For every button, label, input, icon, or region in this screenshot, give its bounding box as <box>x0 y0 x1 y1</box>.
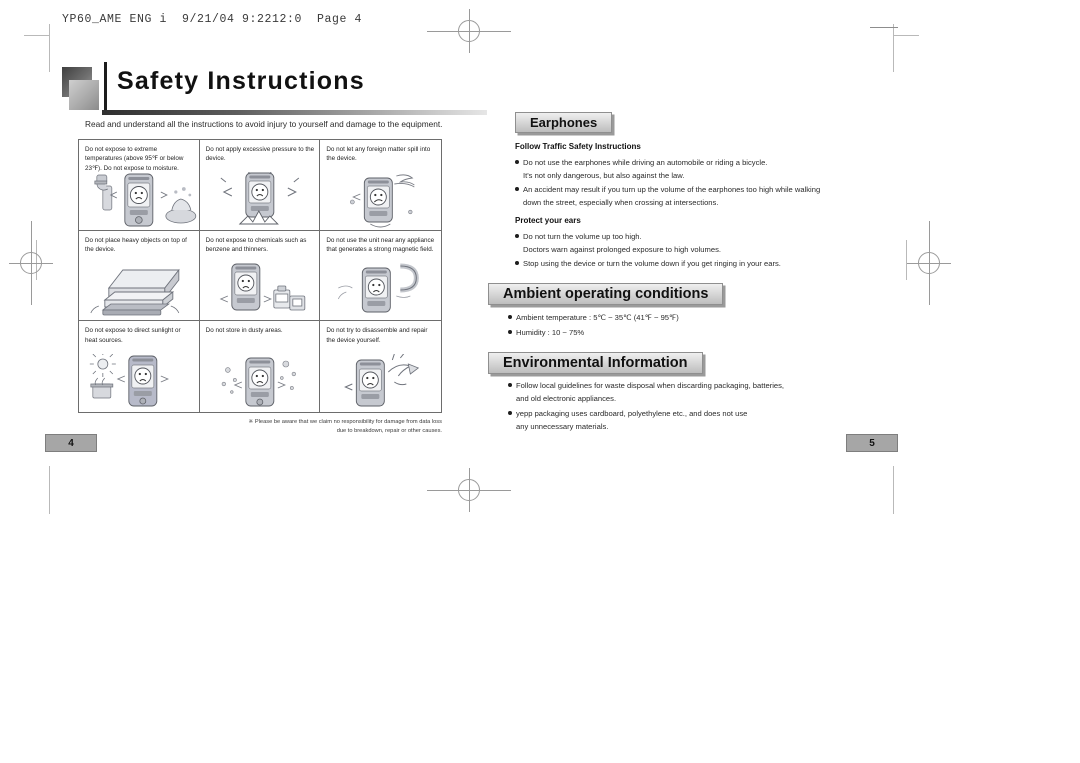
caution-text: Do not let any foreign matter spill into… <box>326 146 431 163</box>
left-page: Safety Instructions Read and understand … <box>0 0 487 500</box>
caution-text: Do not expose to chemicals such as benze… <box>205 236 307 254</box>
caution-cell: Do not apply excessive pressure to the d… <box>199 140 321 231</box>
earphones-bullet-1-text: Do not use the earphones while driving a… <box>523 158 768 167</box>
earphones-bullet-4-text: Stop using the device or turn the volume… <box>523 259 781 268</box>
bullet-dot-icon <box>515 260 519 265</box>
caution-text: Do not expose to direct sunlight or heat… <box>85 327 181 344</box>
earphones-bullet-2: An accident may result if you turn up th… <box>515 185 820 194</box>
device-dust-icon <box>200 354 320 410</box>
device-spill-icon <box>320 172 441 228</box>
caution-cell: Do not use the unit near any appliance t… <box>320 230 441 322</box>
ambient-bullet-1-text: Ambient temperature : 5℃ ~ 35℃ (41℉ ~ 95… <box>516 313 679 322</box>
environmental-bullet-1-cont: and old electronic appliances. <box>516 394 617 403</box>
caution-text: Do not use the unit near any appliance t… <box>326 236 435 254</box>
bullet-dot-icon <box>515 233 519 238</box>
ambient-bullet-2: Humidity : 10 ~ 75% <box>508 328 584 337</box>
device-magnet-icon <box>320 262 441 318</box>
title-square-light-icon <box>69 80 99 110</box>
device-chemicals-icon <box>200 262 320 318</box>
page-title: Safety Instructions <box>117 67 365 95</box>
earphones-bullet-1: Do not use the earphones while driving a… <box>515 158 767 167</box>
title-vertical-bar <box>104 62 107 114</box>
earphones-bullet-3-cont: Doctors warn against prolonged exposure … <box>523 245 721 254</box>
bullet-dot-icon <box>508 382 512 387</box>
page-title-block: Safety Instructions <box>62 62 487 115</box>
subheading-follow-traffic-safety: Follow Traffic Safety Instructions <box>515 142 641 151</box>
bullet-dot-icon <box>508 410 512 415</box>
caution-text: Do not apply excessive pressure to the d… <box>205 146 315 163</box>
environmental-bullet-2-cont: any unnecessary materials. <box>516 422 609 431</box>
section-heading-ambient-label: Ambient operating conditions <box>503 286 709 302</box>
caution-text: Do not try to disassemble and repair the… <box>326 327 428 344</box>
device-heavy-object-icon <box>79 262 199 318</box>
caution-cell: Do not place heavy objects on top of the… <box>79 230 200 322</box>
device-pressure-icon <box>200 168 320 228</box>
device-heat-moisture-icon <box>79 172 199 228</box>
bullet-dot-icon <box>508 329 512 334</box>
footnote-line-2: due to breakdown, repair or other causes… <box>336 428 442 435</box>
bullet-dot-icon <box>515 186 519 191</box>
bullet-dot-icon <box>515 159 519 164</box>
subheading-protect-your-ears: Protect your ears <box>515 216 581 225</box>
section-heading-ambient: Ambient operating conditions <box>488 283 724 305</box>
caution-text: Do not place heavy objects on top of the… <box>85 236 187 254</box>
environmental-bullet-1-text: Follow local guidelines for waste dispos… <box>516 381 785 390</box>
environmental-bullet-2: yepp packaging uses cardboard, polyethyl… <box>508 409 747 418</box>
environmental-bullet-1: Follow local guidelines for waste dispos… <box>508 381 784 390</box>
environmental-bullet-2-text: yepp packaging uses cardboard, polyethyl… <box>516 409 748 418</box>
earphones-bullet-1-cont: It's not only dangerous, but also agains… <box>523 171 685 180</box>
earphones-bullet-2-text: An accident may result if you turn up th… <box>523 185 821 194</box>
caution-text: Do not store in dusty areas. <box>205 327 283 335</box>
page-number-left: 4 <box>45 434 97 452</box>
earphones-bullet-2-cont: down the street, especially when crossin… <box>523 198 719 207</box>
section-heading-earphones: Earphones <box>515 112 613 133</box>
footnote-line-1: ※ Please be aware that we claim no respo… <box>248 419 443 425</box>
page-number-right: 5 <box>846 434 898 452</box>
device-sunlight-icon <box>79 350 199 410</box>
ambient-bullet-2-text: Humidity : 10 ~ 75% <box>516 328 585 337</box>
section-heading-earphones-label: Earphones <box>530 115 598 130</box>
caution-cell: Do not expose to direct sunlight or heat… <box>79 321 200 412</box>
section-heading-environmental-label: Environmental Information <box>503 355 688 371</box>
caution-cell: Do not try to disassemble and repair the… <box>320 321 441 412</box>
footnote: ※ Please be aware that we claim no respo… <box>200 418 443 437</box>
caution-cell: Do not let any foreign matter spill into… <box>320 140 441 231</box>
earphones-bullet-3: Do not turn the volume up too high. <box>515 232 642 241</box>
section-heading-environmental: Environmental Information <box>488 352 703 374</box>
earphones-bullet-4: Stop using the device or turn the volume… <box>515 259 781 268</box>
caution-text: Do not expose to extreme temperatures (a… <box>85 146 184 172</box>
caution-grid: Do not expose to extreme temperatures (a… <box>78 139 442 413</box>
earphones-bullet-3-text: Do not turn the volume up too high. <box>523 232 642 241</box>
device-disassemble-icon <box>320 352 441 410</box>
title-underline-rule <box>102 110 487 115</box>
caution-cell: Do not expose to chemicals such as benze… <box>199 230 321 322</box>
caution-cell: Do not store in dusty areas. <box>199 321 321 412</box>
ambient-bullet-1: Ambient temperature : 5℃ ~ 35℃ (41℉ ~ 95… <box>508 313 679 322</box>
caution-cell: Do not expose to extreme temperatures (a… <box>79 140 200 231</box>
lead-paragraph: Read and understand all the instructions… <box>85 119 443 129</box>
right-page: Earphones Follow Traffic Safety Instruct… <box>470 0 1080 500</box>
bullet-dot-icon <box>508 314 512 319</box>
